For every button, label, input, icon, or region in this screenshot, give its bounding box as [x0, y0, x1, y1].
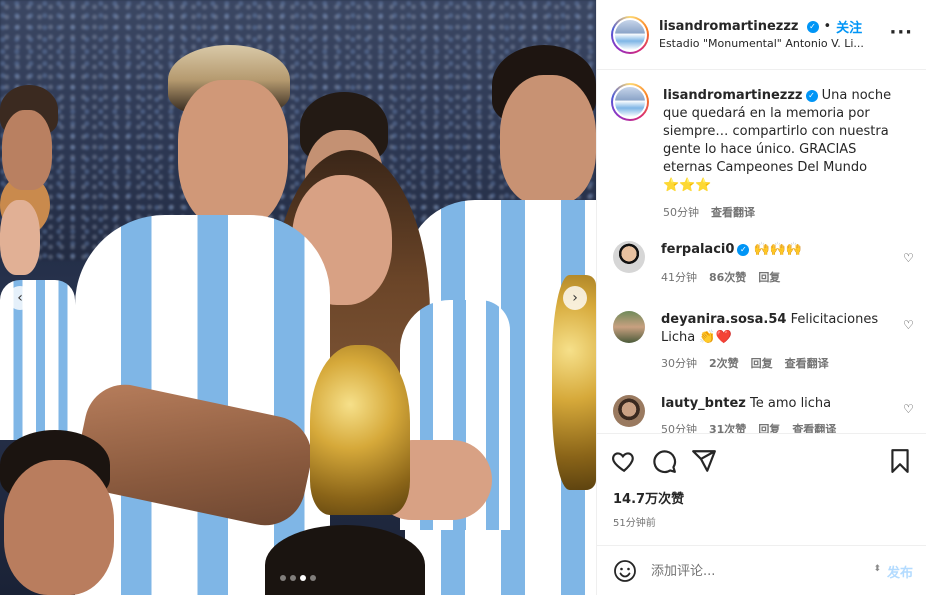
verified-badge-icon: ✓	[805, 89, 818, 102]
translate-button[interactable]: 查看翻译	[785, 355, 829, 371]
verified-badge-icon: ✓	[737, 243, 750, 256]
share-send-icon[interactable]	[691, 448, 717, 474]
chevron-right-icon: ›	[572, 290, 578, 306]
location-link[interactable]: Estadio "Monumental" Antonio V. Li...	[659, 37, 879, 50]
comment-text: Te amo licha	[749, 396, 832, 411]
comment-item: lauty_bntez Te amo licha 50分钟 31次赞 回复 查看…	[613, 395, 913, 433]
comment-likes[interactable]: 31次赞	[709, 421, 746, 433]
comment-meta: 50分钟 31次赞 回复 查看翻译	[661, 421, 836, 433]
emoji-icon[interactable]	[613, 559, 637, 583]
cursor-arrows-icon: ⬍	[873, 564, 881, 574]
comment-meta: 30分钟 2次赞 回复 查看翻译	[661, 355, 829, 371]
add-comment-bar: ⬍ 发布	[597, 545, 926, 595]
post-comment-button[interactable]: 发布	[887, 562, 913, 581]
comment-meta: 41分钟 86次赞 回复	[661, 269, 780, 285]
caption-text: Una noche que quedará en la memoria por …	[663, 88, 892, 193]
carousel-dot	[300, 575, 306, 581]
caption-time[interactable]: 50分钟	[663, 204, 699, 220]
comment-body: ferpalaci0 ✓ 🙌🙌🙌	[661, 241, 901, 259]
comment-likes[interactable]: 2次赞	[709, 355, 739, 371]
commenter-username[interactable]: lauty_bntez	[661, 396, 746, 411]
world-cup-trophy	[310, 345, 410, 515]
like-heart-icon[interactable]	[611, 448, 637, 474]
comment-likes[interactable]: 86次赞	[709, 269, 746, 285]
carousel-prev-button[interactable]: ‹	[8, 286, 32, 310]
reply-button[interactable]: 回复	[751, 355, 773, 371]
comment-bubble-icon[interactable]	[651, 448, 677, 474]
post-header: lisandromartinezzz ✓ • 关注 Estadio "Monum…	[597, 0, 926, 70]
comment-body: lauty_bntez Te amo licha	[661, 395, 901, 413]
carousel-next-button[interactable]: ›	[563, 286, 587, 310]
translate-button[interactable]: 查看翻译	[792, 421, 836, 433]
author-avatar[interactable]	[611, 16, 649, 54]
comment-time[interactable]: 30分钟	[661, 355, 697, 371]
reply-button[interactable]: 回复	[758, 421, 780, 433]
like-comment-heart-icon[interactable]: ♡	[903, 251, 915, 265]
caption: lisandromartinezzz ✓ Una noche que quedar…	[663, 87, 898, 195]
separator: •	[823, 19, 832, 34]
bookmark-icon[interactable]	[887, 448, 913, 474]
caption-meta: 50分钟 查看翻译	[663, 204, 755, 220]
comment-time[interactable]: 50分钟	[661, 421, 697, 433]
comment-text: 🙌🙌🙌	[753, 242, 803, 257]
post-time[interactable]: 51分钟前	[613, 514, 656, 529]
comment-body: deyanira.sosa.54 Felicitaciones Licha 👏❤…	[661, 311, 901, 347]
commenter-avatar[interactable]	[613, 241, 645, 273]
comment-item: ferpalaci0 ✓ 🙌🙌🙌 41分钟 86次赞 回复	[613, 241, 913, 291]
caption-translate-button[interactable]: 查看翻译	[711, 204, 755, 220]
commenter-username[interactable]: deyanira.sosa.54	[661, 312, 786, 327]
commenter-username[interactable]: ferpalaci0	[661, 242, 734, 257]
verified-badge-icon: ✓	[806, 20, 819, 33]
caption-avatar[interactable]	[611, 83, 649, 121]
comment-item: deyanira.sosa.54 Felicitaciones Licha 👏❤…	[613, 311, 913, 371]
like-comment-heart-icon[interactable]: ♡	[903, 318, 915, 332]
comments-section[interactable]: lisandromartinezzz ✓ Una noche que quedar…	[597, 71, 926, 433]
author-username[interactable]: lisandromartinezzz	[659, 19, 799, 34]
commenter-avatar[interactable]	[613, 311, 645, 343]
post-photo[interactable]: ‹ ›	[0, 0, 596, 595]
comment-time[interactable]: 41分钟	[661, 269, 697, 285]
comment-input[interactable]	[651, 560, 861, 582]
post-actions: 14.7万次赞 51分钟前	[597, 433, 926, 545]
post-side-panel: lisandromartinezzz ✓ • 关注 Estadio "Monum…	[596, 0, 926, 595]
chevron-left-icon: ‹	[17, 290, 23, 306]
caption-username[interactable]: lisandromartinezzz	[663, 88, 803, 103]
follow-button[interactable]: 关注	[836, 17, 862, 36]
carousel-dot	[290, 575, 296, 581]
more-options-icon[interactable]: ···	[889, 22, 913, 43]
commenter-avatar[interactable]	[613, 395, 645, 427]
carousel-dots	[280, 575, 316, 581]
like-count[interactable]: 14.7万次赞	[613, 488, 684, 507]
reply-button[interactable]: 回复	[758, 269, 780, 285]
carousel-dot	[280, 575, 286, 581]
carousel-dot	[310, 575, 316, 581]
like-comment-heart-icon[interactable]: ♡	[903, 402, 915, 416]
